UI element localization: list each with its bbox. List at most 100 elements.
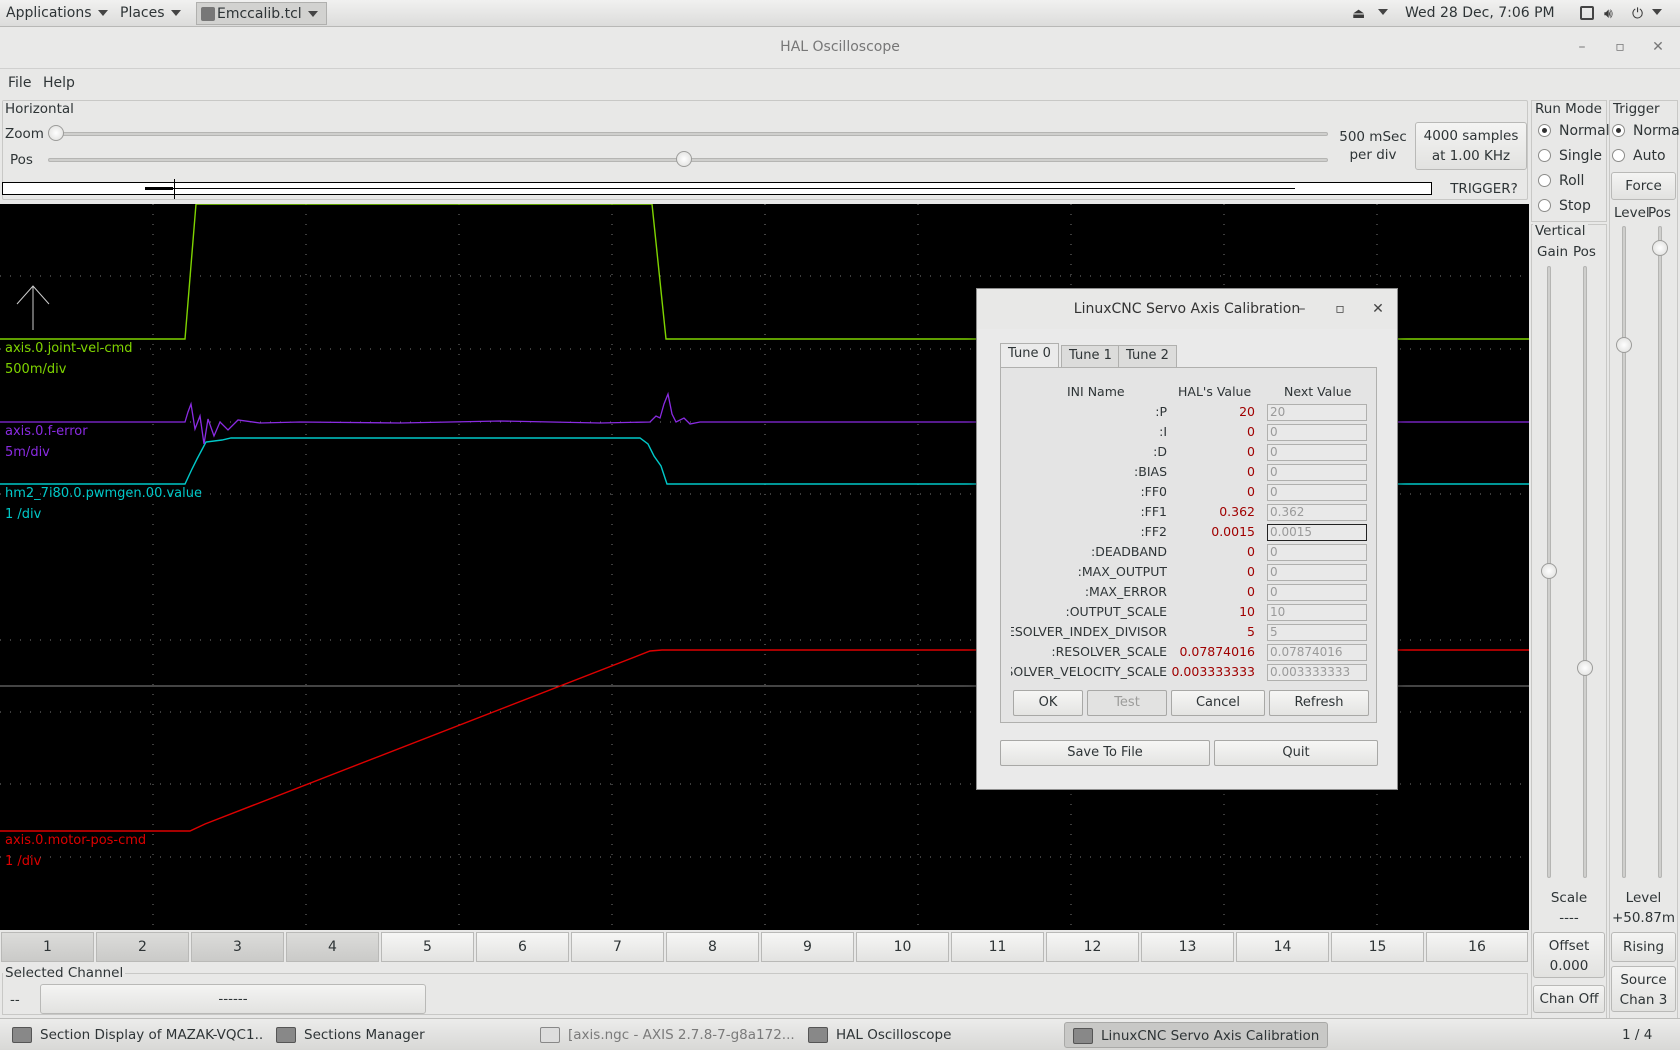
- trigger-level-slider[interactable]: [1622, 226, 1626, 878]
- task-axis[interactable]: [axis.ngc - AXIS 2.7.8-7-g8a172...: [532, 1022, 794, 1048]
- param-next-value-input[interactable]: 20: [1267, 404, 1367, 421]
- param-next-value-input[interactable]: 0.0015: [1267, 524, 1367, 541]
- param-next-value-input[interactable]: 0.362: [1267, 504, 1367, 521]
- channel-button-6[interactable]: 6: [476, 932, 569, 962]
- tab-tune-2[interactable]: Tune 2: [1118, 345, 1177, 367]
- clock[interactable]: Wed 28 Dec, 7:06 PM: [1405, 5, 1555, 21]
- channel-button-13[interactable]: 13: [1141, 932, 1234, 962]
- task-servo-calibration[interactable]: LinuxCNC Servo Axis Calibration: [1064, 1022, 1328, 1048]
- param-next-value-input[interactable]: 0: [1267, 564, 1367, 581]
- gain-slider-knob[interactable]: [1541, 563, 1557, 579]
- trigger-level-slider-knob[interactable]: [1616, 337, 1632, 353]
- param-next-value-input[interactable]: 0: [1267, 544, 1367, 561]
- selected-channel-name-button[interactable]: ------: [40, 984, 426, 1014]
- param-next-value-input[interactable]: 0.003333333: [1267, 664, 1367, 681]
- power-icon[interactable]: ⏻: [1632, 6, 1643, 22]
- volume-icon[interactable]: 🔊︎: [1604, 6, 1613, 22]
- param-next-value-input[interactable]: 0: [1267, 464, 1367, 481]
- chevron-down-icon[interactable]: [1378, 4, 1388, 19]
- test-button[interactable]: Test: [1087, 690, 1167, 716]
- channel-button-10[interactable]: 10: [856, 932, 949, 962]
- channel-button-12[interactable]: 12: [1046, 932, 1139, 962]
- window-list-icon[interactable]: [1580, 6, 1594, 20]
- trigger-pos-slider-knob[interactable]: [1652, 240, 1668, 256]
- param-next-value-input[interactable]: 5: [1267, 624, 1367, 641]
- param-name: D:: [1153, 444, 1167, 459]
- param-row: I: 0 0: [1001, 424, 1378, 442]
- zoom-slider[interactable]: [50, 132, 1328, 136]
- run-mode-normal[interactable]: Normal: [1538, 123, 1610, 139]
- tab-tune-0[interactable]: Tune 0: [1000, 343, 1059, 368]
- dialog-close-icon[interactable]: ✕: [1368, 299, 1388, 319]
- chan-off-button[interactable]: Chan Off: [1533, 985, 1605, 1013]
- save-to-file-button[interactable]: Save To File: [1000, 740, 1210, 766]
- channel-button-16[interactable]: 16: [1426, 932, 1528, 962]
- trigger-pos-slider[interactable]: [1658, 226, 1662, 878]
- ok-button[interactable]: OK: [1013, 690, 1083, 716]
- cancel-button[interactable]: Cancel: [1171, 690, 1265, 716]
- zoom-slider-knob[interactable]: [48, 125, 64, 141]
- offset-button[interactable]: Offset 0.000: [1533, 932, 1605, 978]
- minimize-icon[interactable]: –: [1572, 37, 1592, 57]
- task-label: Section Display of MAZAK-VQC1...: [40, 1027, 262, 1043]
- dialog-minimize-icon[interactable]: –: [1292, 299, 1312, 319]
- places-menu[interactable]: Places: [120, 5, 181, 21]
- channel-button-11[interactable]: 11: [951, 932, 1044, 962]
- vertical-pos-slider[interactable]: [1583, 266, 1587, 878]
- radio-label: Normal: [1559, 123, 1610, 139]
- channel-button-2[interactable]: 2: [96, 932, 189, 962]
- force-button[interactable]: Force: [1611, 172, 1676, 200]
- eject-icon[interactable]: ⏏: [1352, 6, 1365, 22]
- param-next-value-input[interactable]: 0: [1267, 424, 1367, 441]
- channel-button-9[interactable]: 9: [761, 932, 854, 962]
- source-button[interactable]: Source Chan 3: [1611, 966, 1676, 1012]
- scale-label: Scale: [1550, 890, 1588, 906]
- channel-button-8[interactable]: 8: [666, 932, 759, 962]
- dialog-maximize-icon[interactable]: ▫: [1330, 299, 1350, 319]
- param-next-value-input[interactable]: 10: [1267, 604, 1367, 621]
- run-mode-roll[interactable]: Roll: [1538, 173, 1584, 189]
- trigger-auto[interactable]: Auto: [1612, 148, 1666, 164]
- channel-button-4[interactable]: 4: [286, 932, 379, 962]
- active-app-label: Emccalib.tcl: [217, 6, 302, 22]
- menu-file[interactable]: File: [8, 75, 31, 91]
- refresh-button[interactable]: Refresh: [1269, 690, 1369, 716]
- param-next-value-input[interactable]: 0: [1267, 444, 1367, 461]
- chevron-down-icon[interactable]: [1652, 4, 1662, 19]
- run-mode-single[interactable]: Single: [1538, 148, 1602, 164]
- run-mode-stop[interactable]: Stop: [1538, 198, 1591, 214]
- vertical-pos-slider-knob[interactable]: [1577, 660, 1593, 676]
- samples-line2: at 1.00 KHz: [1431, 148, 1511, 164]
- applications-menu[interactable]: Applications: [6, 5, 108, 21]
- param-next-value-input[interactable]: 0: [1267, 484, 1367, 501]
- pos-slider-knob[interactable]: [676, 151, 692, 167]
- tab-tune-1[interactable]: Tune 1: [1061, 345, 1120, 367]
- param-row: RESOLVER_VELOCITY_SCALE: 0.003333333 0.003…: [1001, 664, 1378, 682]
- record-position-bar[interactable]: [2, 179, 1432, 199]
- radio-label: Auto: [1633, 148, 1666, 164]
- menu-help[interactable]: Help: [43, 75, 75, 91]
- record-range-line: [145, 188, 1295, 189]
- channel-button-3[interactable]: 3: [191, 932, 284, 962]
- task-sections-manager[interactable]: Sections Manager: [268, 1022, 526, 1048]
- horizontal-label: Horizontal: [3, 101, 76, 117]
- task-hal-oscilloscope[interactable]: HAL Oscilloscope: [800, 1022, 1058, 1048]
- channel-button-15[interactable]: 15: [1331, 932, 1424, 962]
- channel-button-14[interactable]: 14: [1236, 932, 1329, 962]
- workspace-indicator[interactable]: 1 / 4: [1622, 1027, 1652, 1043]
- active-app-menu[interactable]: Emccalib.tcl: [196, 2, 327, 25]
- maximize-icon[interactable]: ▫: [1610, 37, 1630, 57]
- channel-button-7[interactable]: 7: [571, 932, 664, 962]
- close-icon[interactable]: ✕: [1648, 37, 1668, 57]
- param-next-value-input[interactable]: 0: [1267, 584, 1367, 601]
- samples-button[interactable]: 4000 samples at 1.00 KHz: [1415, 122, 1527, 170]
- scale-value: ----: [1559, 910, 1579, 926]
- channel-button-1[interactable]: 1: [1, 932, 94, 962]
- param-hal-value: 0: [1247, 484, 1255, 499]
- task-section-display[interactable]: Section Display of MAZAK-VQC1...: [4, 1022, 262, 1048]
- channel-button-5[interactable]: 5: [381, 932, 474, 962]
- rising-button[interactable]: Rising: [1611, 932, 1676, 962]
- trigger-normal[interactable]: Normal: [1612, 123, 1680, 139]
- param-next-value-input[interactable]: 0.07874016: [1267, 644, 1367, 661]
- quit-button[interactable]: Quit: [1214, 740, 1378, 766]
